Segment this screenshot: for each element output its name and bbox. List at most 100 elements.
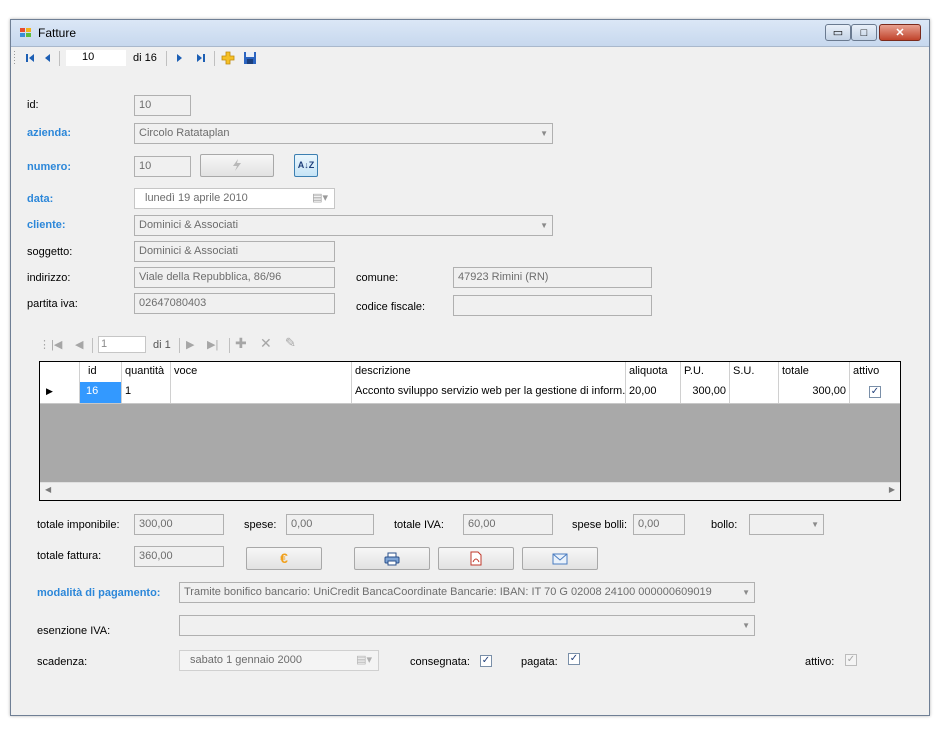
cell-totale[interactable]: 300,00 bbox=[779, 382, 850, 403]
calendar-icon[interactable]: ▤▾ bbox=[356, 653, 372, 668]
data-label: data: bbox=[27, 193, 54, 205]
print-button[interactable] bbox=[354, 547, 430, 570]
column-header-aliquota[interactable]: aliquota bbox=[626, 362, 681, 382]
cell-id[interactable]: 16 bbox=[80, 382, 122, 403]
table-row[interactable]: ▶ 16 1 Acconto sviluppo servizio web per… bbox=[40, 382, 900, 404]
cell-su[interactable] bbox=[730, 382, 779, 403]
move-next-icon[interactable] bbox=[172, 51, 186, 65]
cell-quantita[interactable]: 1 bbox=[122, 382, 171, 403]
minimize-button[interactable]: ▭ bbox=[825, 24, 851, 41]
soggetto-field[interactable]: Dominici & Associati bbox=[134, 241, 335, 262]
pdf-button[interactable] bbox=[438, 547, 514, 570]
attivo-checkbox[interactable]: ✓ bbox=[845, 654, 857, 666]
move-first-icon[interactable]: |◀ bbox=[51, 338, 62, 352]
close-icon: ✕ bbox=[895, 27, 905, 39]
id-label: id: bbox=[27, 99, 39, 111]
email-button[interactable] bbox=[522, 547, 598, 570]
move-last-icon[interactable] bbox=[194, 51, 208, 65]
close-button[interactable]: ✕ bbox=[879, 24, 921, 41]
save-icon[interactable] bbox=[243, 51, 257, 65]
consegnata-label: consegnata: bbox=[410, 656, 470, 668]
scroll-right-icon[interactable]: ▶ bbox=[889, 485, 895, 494]
cf-field[interactable] bbox=[453, 295, 652, 316]
generate-number-button[interactable] bbox=[200, 154, 274, 177]
move-last-icon[interactable]: ▶| bbox=[207, 338, 218, 352]
detail-position-field[interactable]: 1 bbox=[98, 336, 146, 353]
column-header-su[interactable]: S.U. bbox=[730, 362, 779, 382]
chevron-down-icon: ▼ bbox=[742, 621, 750, 630]
position-field[interactable]: 10 bbox=[66, 50, 126, 66]
move-previous-icon[interactable] bbox=[41, 51, 55, 65]
chevron-down-icon: ▼ bbox=[811, 520, 819, 529]
attivo-row-checkbox[interactable]: ✓ bbox=[869, 386, 881, 398]
column-header-quantita[interactable]: quantità bbox=[122, 362, 171, 382]
toolbar-grip[interactable] bbox=[14, 51, 15, 66]
indirizzo-label: indirizzo: bbox=[27, 272, 71, 284]
cell-aliquota[interactable]: 20,00 bbox=[626, 382, 681, 403]
pagata-checkbox[interactable]: ✓ bbox=[568, 653, 580, 665]
cliente-label: cliente: bbox=[27, 219, 66, 231]
toolbar-separator bbox=[179, 338, 180, 353]
payment-button[interactable]: € bbox=[246, 547, 322, 570]
envelope-icon bbox=[552, 553, 568, 565]
column-header-descrizione[interactable]: descrizione bbox=[352, 362, 626, 382]
azienda-combo[interactable]: Circolo Ratataplan ▼ bbox=[134, 123, 553, 144]
cell-descrizione[interactable]: Acconto sviluppo servizio web per la ges… bbox=[352, 382, 626, 403]
piva-label: partita iva: bbox=[27, 298, 78, 310]
scroll-left-icon[interactable]: ◀ bbox=[45, 485, 51, 494]
sort-button[interactable]: A↓Z bbox=[294, 154, 318, 177]
fattura-field[interactable]: 360,00 bbox=[134, 546, 224, 567]
minimize-icon: ▭ bbox=[832, 27, 844, 39]
bollo-label: bollo: bbox=[711, 519, 738, 531]
column-header-id[interactable]: id bbox=[80, 362, 122, 382]
edit-icon[interactable]: ✎ bbox=[285, 336, 296, 350]
esenzione-combo[interactable]: ▼ bbox=[179, 615, 755, 636]
piva-field[interactable]: 02647080403 bbox=[134, 293, 335, 314]
consegnata-checkbox[interactable]: ✓ bbox=[480, 655, 492, 667]
column-header-totale[interactable]: totale bbox=[779, 362, 850, 382]
add-icon[interactable]: ✚ bbox=[235, 336, 247, 350]
move-previous-icon[interactable]: ◀ bbox=[75, 338, 83, 352]
calendar-icon[interactable]: ▤▾ bbox=[312, 191, 328, 206]
bollo-combo[interactable]: ▼ bbox=[749, 514, 824, 535]
horizontal-scrollbar[interactable]: ◀ ▶ bbox=[40, 482, 900, 500]
window-title: Fatture bbox=[38, 26, 77, 40]
numero-field[interactable]: 10 bbox=[134, 156, 191, 177]
modalita-combo[interactable]: Tramite bonifico bancario: UniCredit Ban… bbox=[179, 582, 755, 603]
bolli-field[interactable]: 0,00 bbox=[633, 514, 685, 535]
invoice-lines-grid[interactable]: id quantità voce descrizione aliquota P.… bbox=[39, 361, 901, 501]
maximize-icon: □ bbox=[860, 27, 868, 39]
column-header-pu[interactable]: P.U. bbox=[681, 362, 730, 382]
toolbar-separator bbox=[59, 51, 60, 66]
row-selector-icon[interactable]: ▶ bbox=[40, 382, 80, 403]
spese-field[interactable]: 0,00 bbox=[286, 514, 374, 535]
toolbar-separator bbox=[166, 51, 167, 66]
column-header-attivo[interactable]: attivo bbox=[850, 362, 900, 382]
maximize-button[interactable]: □ bbox=[851, 24, 877, 41]
move-next-icon[interactable]: ▶ bbox=[186, 338, 194, 352]
delete-icon[interactable]: ✕ bbox=[260, 336, 272, 350]
attivo-label: attivo: bbox=[805, 656, 835, 668]
data-date-picker[interactable]: lunedì 19 aprile 2010 ▤▾ bbox=[134, 188, 335, 209]
cell-voce[interactable] bbox=[171, 382, 352, 403]
indirizzo-field[interactable]: Viale della Repubblica, 86/96 bbox=[134, 267, 335, 288]
iva-field[interactable]: 60,00 bbox=[463, 514, 553, 535]
cliente-combo[interactable]: Dominici & Associati ▼ bbox=[134, 215, 553, 236]
imponibile-field[interactable]: 300,00 bbox=[134, 514, 224, 535]
toolbar-separator bbox=[92, 338, 93, 353]
modalita-value: Tramite bonifico bancario: UniCredit Ban… bbox=[184, 586, 712, 598]
comune-field[interactable]: 47923 Rimini (RN) bbox=[453, 267, 652, 288]
record-count-label: di 16 bbox=[133, 52, 157, 64]
id-field[interactable]: 10 bbox=[134, 95, 191, 116]
toolbar-separator bbox=[214, 51, 215, 66]
move-first-icon[interactable] bbox=[23, 51, 37, 65]
column-header-voce[interactable]: voce bbox=[171, 362, 352, 382]
iva-label: totale IVA: bbox=[394, 519, 444, 531]
cell-pu[interactable]: 300,00 bbox=[681, 382, 730, 403]
cf-label: codice fiscale: bbox=[356, 301, 426, 313]
toolbar-separator bbox=[229, 338, 230, 353]
add-new-icon[interactable] bbox=[221, 51, 235, 65]
fattura-label: totale fattura: bbox=[37, 550, 102, 562]
scadenza-date-picker[interactable]: sabato 1 gennaio 2000 ▤▾ bbox=[179, 650, 379, 671]
cell-attivo[interactable]: ✓ bbox=[850, 382, 900, 403]
